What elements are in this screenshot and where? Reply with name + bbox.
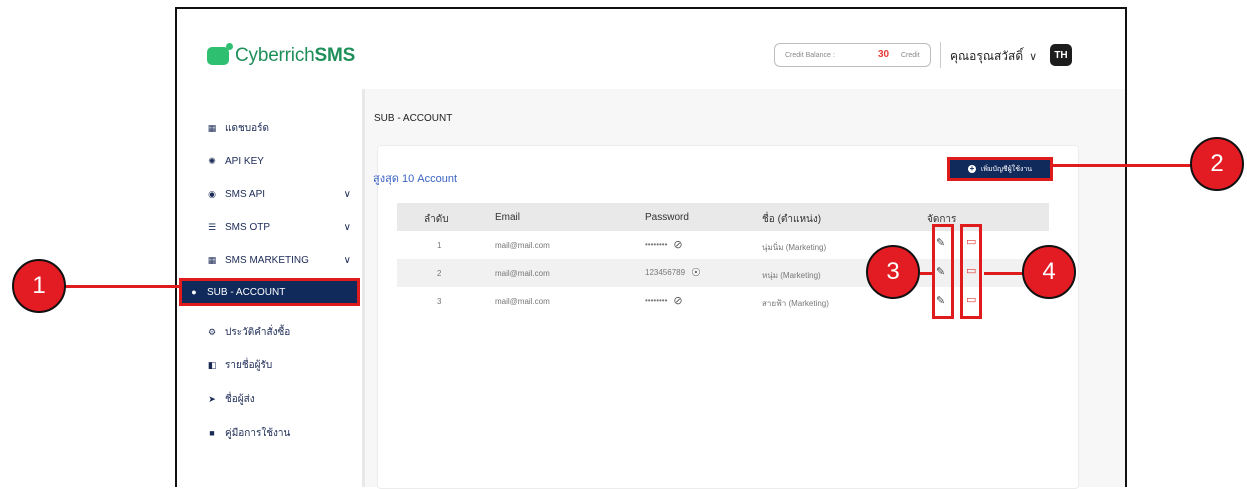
credit-value: 30 (878, 49, 890, 60)
dashboard-icon: ▦ (207, 122, 217, 133)
send-icon: ➤ (208, 393, 216, 404)
sidebar: ▦ แดชบอร์ด ✺ API KEY ◉ SMS API ∨ ☰ SMS O… (177, 89, 362, 487)
sidebar-item-user-guide[interactable]: ■ คู่มือการใช้งาน (177, 419, 357, 447)
password-value: •••••••• (645, 240, 668, 249)
sidebar-item-sms-otp[interactable]: ☰ SMS OTP ∨ (177, 213, 357, 241)
row-password: 123456789 ☉ (645, 266, 701, 279)
user-icon: ● (191, 287, 197, 297)
chevron-down-icon: ∨ (343, 254, 351, 266)
credit-label: Credit Balance : (785, 52, 835, 59)
sidebar-item-contacts[interactable]: ◧ รายชื่อผู้รับ (177, 351, 357, 379)
row-name: นุ่มนิ่ม (Marketing) (762, 243, 827, 252)
sidebar-item-sub-account[interactable]: ● SUB - ACCOUNT (179, 278, 360, 306)
row-email: mail@mail.com (495, 297, 550, 306)
eye-off-icon[interactable]: ⊘ (673, 238, 682, 251)
callout-line-2 (1052, 164, 1192, 167)
sidebar-item-label: รายชื่อผู้รับ (225, 359, 273, 371)
edit-icon[interactable]: ✎ (936, 265, 945, 278)
logo-bold: SMS (314, 45, 356, 66)
user-menu[interactable]: คุณอรุณสวัสดิ์ ∨ (950, 47, 1037, 66)
edit-icon[interactable]: ✎ (936, 236, 945, 249)
add-account-button[interactable]: + เพิ่มบัญชีผู้ใช้งาน (947, 157, 1053, 181)
marketing-icon: ▦ (207, 254, 217, 265)
trash-icon[interactable]: ▭ (966, 264, 976, 277)
trash-icon[interactable]: ▭ (966, 235, 976, 248)
top-bar: CyberrichSMS Credit Balance : 30 Credit … (177, 9, 1125, 89)
sidebar-item-sms-marketing[interactable]: ▦ SMS MARKETING ∨ (177, 246, 357, 274)
col-no: ลำดับ (424, 214, 449, 225)
plus-icon: + (967, 164, 976, 173)
eye-off-icon[interactable]: ⊘ (673, 294, 682, 307)
sidebar-item-dashboard[interactable]: ▦ แดชบอร์ด (177, 114, 357, 142)
sidebar-item-sender-name[interactable]: ➤ ชื่อผู้ส่ง (177, 385, 357, 413)
edit-icon[interactable]: ✎ (936, 294, 945, 307)
row-password: •••••••• ⊘ (645, 294, 683, 307)
gear-icon: ⚙ (207, 326, 217, 337)
chevron-down-icon: ∨ (343, 221, 351, 233)
card-heading: สูงสุด 10 Account (373, 173, 458, 185)
row-no: 2 (437, 269, 442, 278)
sidebar-item-label: SMS OTP (225, 221, 271, 233)
sidebar-item-label: SMS API (225, 188, 266, 200)
sidebar-item-label: API KEY (225, 155, 264, 167)
app-window: CyberrichSMS Credit Balance : 30 Credit … (175, 7, 1127, 489)
sidebar-item-label: คู่มือการใช้งาน (225, 427, 291, 439)
col-name: ชื่อ (ตำแหน่ง) (762, 214, 822, 225)
avatar[interactable]: TH (1050, 44, 1072, 66)
sidebar-item-api-key[interactable]: ✺ API KEY (177, 147, 357, 175)
logo-prefix: Cyberrich (235, 45, 315, 66)
otp-icon: ☰ (207, 221, 217, 232)
row-email: mail@mail.com (495, 241, 550, 250)
callout-1: 1 (12, 259, 66, 313)
contacts-icon: ◧ (207, 359, 217, 370)
callout-line-3 (920, 272, 932, 275)
trash-icon[interactable]: ▭ (966, 293, 976, 306)
chevron-down-icon: ∨ (343, 188, 351, 200)
password-value: 123456789 (645, 268, 686, 277)
chat-logo-icon (207, 43, 233, 65)
credit-balance: Credit Balance : 30 Credit (774, 43, 931, 67)
col-password: Password (645, 212, 689, 223)
sidebar-item-label: ประวัติคำสั่งซื้อ (225, 326, 291, 338)
chevron-down-icon: ∨ (1029, 51, 1038, 63)
sidebar-item-sms-api[interactable]: ◉ SMS API ∨ (177, 180, 357, 208)
sidebar-divider (362, 89, 365, 487)
page-title: SUB - ACCOUNT (374, 113, 453, 124)
key-icon: ✺ (208, 155, 216, 166)
row-email: mail@mail.com (495, 269, 550, 278)
col-email: Email (495, 212, 521, 223)
add-account-label: เพิ่มบัญชีผู้ใช้งาน (980, 165, 1033, 173)
row-no: 3 (437, 297, 442, 306)
sidebar-item-label: SMS MARKETING (225, 254, 309, 266)
row-name: สายฟ้า (Marketing) (762, 299, 829, 308)
callout-line-4 (984, 272, 1024, 275)
user-name: คุณอรุณสวัสดิ์ (950, 49, 1024, 63)
password-value: •••••••• (645, 296, 668, 305)
row-name: หนุ่ม (Marketing) (762, 271, 821, 280)
sidebar-item-label: แดชบอร์ด (225, 122, 269, 134)
callout-4: 4 (1022, 245, 1076, 299)
callout-line-1 (62, 285, 180, 288)
sidebar-item-order-history[interactable]: ⚙ ประวัติคำสั่งซื้อ (177, 318, 357, 346)
credit-unit: Credit (901, 52, 920, 59)
callout-2: 2 (1190, 137, 1244, 191)
api-icon: ◉ (208, 188, 216, 199)
brand-logo[interactable]: CyberrichSMS (207, 43, 356, 67)
callout-3: 3 (866, 245, 920, 299)
eye-icon[interactable]: ☉ (691, 266, 701, 279)
row-no: 1 (437, 241, 442, 250)
header-divider (940, 42, 941, 68)
book-icon: ■ (209, 428, 215, 438)
row-password: •••••••• ⊘ (645, 238, 683, 251)
sidebar-item-label: SUB - ACCOUNT (207, 286, 286, 298)
sidebar-item-label: ชื่อผู้ส่ง (225, 393, 255, 405)
